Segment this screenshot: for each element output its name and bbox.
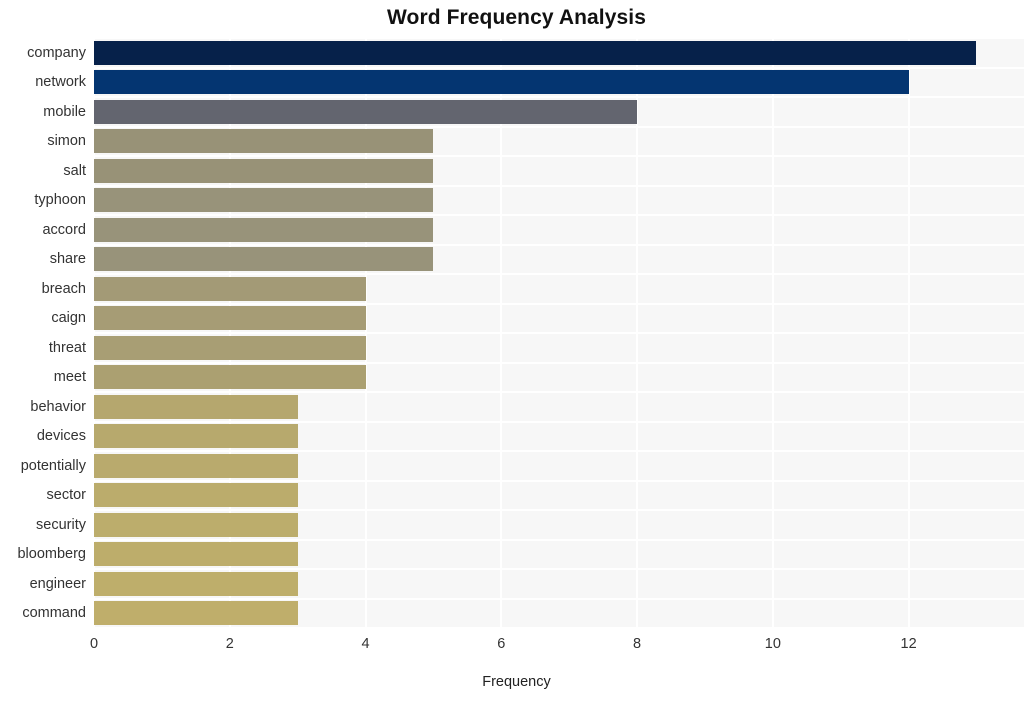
y-axis-tick-label: breach	[41, 280, 86, 297]
bar[interactable]	[94, 217, 434, 242]
y-axis-tick-label: caign	[51, 310, 86, 327]
y-axis-tick-label: typhoon	[34, 192, 86, 209]
gridline-horizontal	[94, 66, 1024, 69]
gridline-horizontal	[94, 479, 1024, 482]
gridline-horizontal	[94, 155, 1024, 157]
y-axis-tick-label: engineer	[29, 575, 86, 592]
gridline-horizontal	[94, 332, 1024, 334]
bar[interactable]	[94, 483, 298, 508]
bar[interactable]	[94, 601, 298, 626]
gridline-horizontal	[94, 125, 1024, 128]
x-axis-tick-label: 10	[764, 636, 781, 652]
y-axis-tick-label: company	[27, 44, 86, 61]
y-axis-tick-label: devices	[36, 428, 86, 445]
y-axis-tick-label: share	[49, 251, 86, 268]
gridline-horizontal	[94, 391, 1024, 393]
gridline-horizontal	[94, 597, 1024, 600]
bar[interactable]	[94, 542, 298, 567]
gridline-horizontal	[94, 568, 1024, 570]
bar[interactable]	[94, 158, 434, 183]
bar[interactable]	[94, 247, 434, 272]
x-axis-tick-label: 6	[497, 636, 506, 652]
bar[interactable]	[94, 394, 298, 419]
y-axis-tick-label: meet	[53, 369, 86, 386]
bar[interactable]	[94, 335, 366, 360]
gridline-horizontal	[94, 627, 1024, 628]
bar[interactable]	[94, 40, 977, 65]
gridline-horizontal	[94, 96, 1024, 98]
bar[interactable]	[94, 365, 366, 390]
gridline-horizontal	[94, 243, 1024, 246]
word-frequency-chart: Word Frequency Analysis company network mo…	[0, 0, 1033, 701]
bar[interactable]	[94, 276, 366, 301]
y-axis-tick-label: simon	[47, 133, 86, 150]
y-axis-tick-label: potentially	[20, 457, 86, 474]
y-axis-tick-label: command	[22, 605, 86, 622]
bar[interactable]	[94, 70, 909, 95]
y-axis-tick-label: threat	[48, 339, 86, 356]
x-axis-tick-label: 8	[633, 636, 642, 652]
y-axis-tick-label: sector	[46, 487, 87, 504]
x-axis-label: Frequency	[482, 674, 551, 690]
bar[interactable]	[94, 424, 298, 449]
y-axis-tick-label: security	[36, 516, 86, 533]
bar[interactable]	[94, 129, 434, 154]
gridline-horizontal	[94, 214, 1024, 216]
x-axis-tick-label: 4	[361, 636, 370, 652]
gridline-horizontal	[94, 38, 1024, 39]
gridline-horizontal	[94, 420, 1024, 423]
y-axis-tick-label: mobile	[43, 103, 86, 120]
x-axis-tick-label: 12	[900, 636, 917, 652]
y-axis-tick-label: accord	[42, 221, 86, 238]
bar[interactable]	[94, 512, 298, 537]
gridline-horizontal	[94, 302, 1024, 305]
chart-title: Word Frequency Analysis	[386, 6, 647, 29]
bar[interactable]	[94, 453, 298, 478]
gridline-horizontal	[94, 273, 1024, 275]
x-axis-tick-label: 2	[225, 636, 234, 652]
plot-area	[94, 38, 1024, 628]
y-axis-tick-label: salt	[63, 162, 86, 179]
x-axis-tick-label: 0	[89, 636, 99, 652]
gridline-horizontal	[94, 538, 1024, 541]
bar[interactable]	[94, 571, 298, 596]
gridline-horizontal	[94, 509, 1024, 511]
gridline-horizontal	[94, 184, 1024, 187]
gridline-horizontal	[94, 361, 1024, 364]
y-axis-tick-label: behavior	[30, 398, 86, 415]
y-axis-tick-label: network	[35, 74, 86, 91]
bar[interactable]	[94, 188, 434, 213]
bar[interactable]	[94, 99, 638, 124]
y-axis-tick-label: bloomberg	[17, 546, 86, 563]
bar[interactable]	[94, 306, 366, 331]
gridline-horizontal	[94, 450, 1024, 452]
